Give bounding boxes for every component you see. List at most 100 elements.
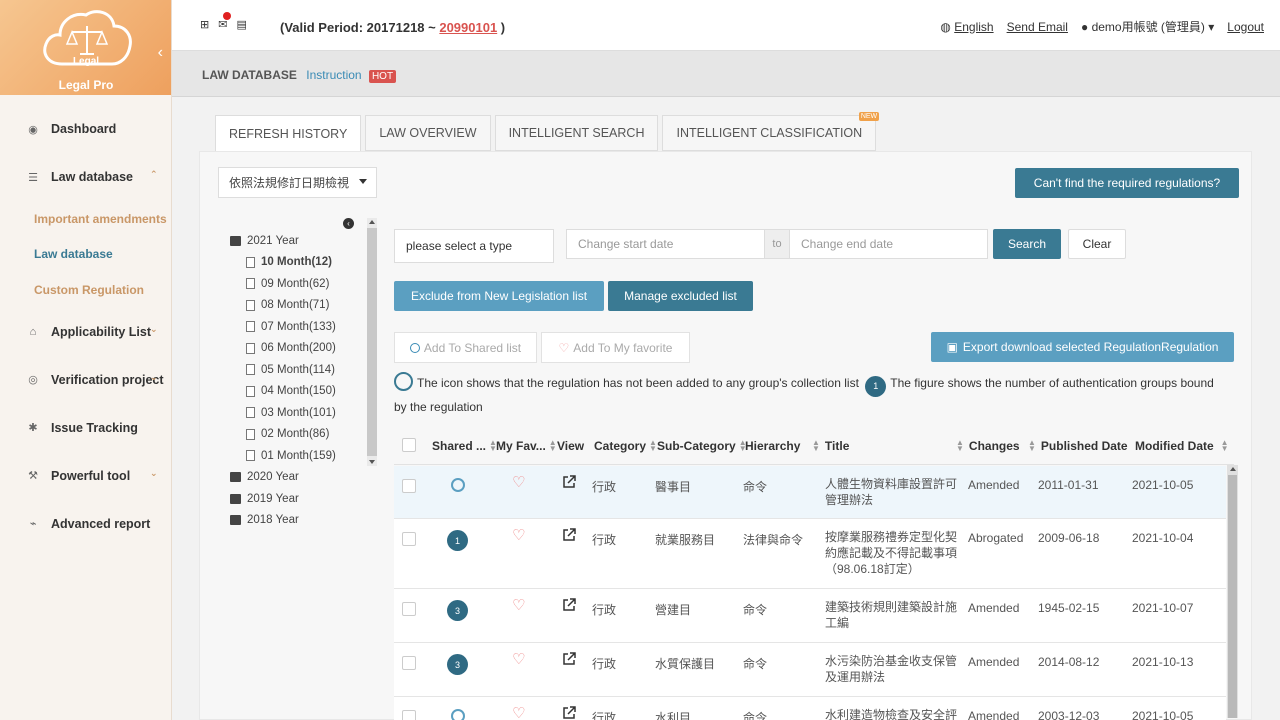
cant-find-button[interactable]: Can't find the required regulations? (1015, 168, 1239, 198)
sidebar-item-issue-tracking[interactable]: ✱ Issue Tracking (0, 404, 171, 452)
tree-month[interactable]: 03 Month(101) (230, 402, 375, 424)
tree-month[interactable]: 09 Month(62) (230, 273, 375, 295)
tree-month[interactable]: 02 Month(86) (230, 424, 375, 446)
shared-count-badge[interactable]: 3 (447, 654, 468, 675)
add-favorite-button[interactable]: ♡ Add To My favorite (541, 332, 690, 363)
table-row[interactable]: 3 ♡ 行政 營建目 命令 建築技術規則建築設計施工編 Amended 1945… (394, 589, 1226, 643)
shared-count-badge[interactable]: 1 (447, 530, 468, 551)
scrollbar-thumb[interactable] (367, 228, 377, 456)
sidebar-subitem-law-database[interactable]: Law database (0, 237, 171, 273)
sidebar-item-powerful-tool[interactable]: ⚒ Powerful tool ⌄ (0, 452, 171, 500)
table-scrollbar[interactable] (1227, 465, 1238, 718)
sidebar-subitem-custom-regulation[interactable]: Custom Regulation (0, 272, 171, 308)
tree-month[interactable]: 08 Month(71) (230, 295, 375, 317)
tree-year[interactable]: 2019 Year (230, 488, 375, 510)
tree-scrollbar[interactable] (367, 218, 377, 466)
sidebar-item-law-database[interactable]: ☰ Law database ⌃ (0, 153, 171, 201)
clear-button[interactable]: Clear (1068, 229, 1126, 259)
tree-month[interactable]: 05 Month(114) (230, 359, 375, 381)
sidebar-item-advanced-report[interactable]: ⌁ Advanced report (0, 500, 171, 548)
title-cell[interactable]: 按摩業服務禮券定型化契約應記載及不得記載事項（98.06.18訂定） (825, 529, 960, 577)
title-cell[interactable]: 水污染防治基金收支保管及運用辦法 (825, 653, 960, 685)
tab-law-overview[interactable]: LAW OVERVIEW (365, 115, 491, 151)
column-header[interactable]: Shared ... ▲ ▼ (432, 439, 497, 454)
sort-select[interactable]: 依照法規修訂日期檢視 (218, 167, 377, 198)
tree-month[interactable]: 06 Month(200) (230, 338, 375, 360)
not-shared-icon[interactable] (451, 709, 465, 720)
export-button[interactable]: ▣ Export download selected RegulationReg… (931, 332, 1234, 362)
sidebar-item-dashboard[interactable]: ◉ Dashboard (0, 105, 171, 153)
column-header[interactable]: Hierarchy (745, 439, 800, 453)
tree-year[interactable]: 2021 Year (230, 230, 375, 252)
column-header[interactable]: Modified Date ▲ ▼ (1135, 439, 1229, 454)
instruction-link[interactable]: Instruction (306, 68, 361, 82)
collapse-sidebar-icon[interactable]: ‹ (158, 44, 163, 62)
table-row[interactable]: 1 ♡ 行政 就業服務目 法律與命令 按摩業服務禮券定型化契約應記載及不得記載事… (394, 519, 1226, 589)
sidebar-subitem-important-amendments[interactable]: Important amendments (0, 201, 171, 237)
column-header[interactable]: ▲ ▼ Changes (956, 439, 1020, 454)
external-link-icon[interactable] (562, 475, 576, 489)
heart-icon[interactable]: ♡ (512, 706, 525, 720)
logout-link[interactable]: Logout (1227, 20, 1264, 34)
external-link-icon[interactable] (562, 528, 576, 542)
row-checkbox[interactable] (402, 532, 416, 546)
table-row[interactable]: 3 ♡ 行政 水質保護目 命令 水污染防治基金收支保管及運用辦法 Amended… (394, 643, 1226, 697)
table-row[interactable]: ♡ 行政 醫事目 命令 人體生物資料庫設置許可管理辦法 Amended 2011… (394, 466, 1226, 519)
tree-month[interactable]: 01 Month(159) (230, 445, 375, 467)
language-link[interactable]: ◍ English (940, 20, 993, 34)
row-checkbox[interactable] (402, 479, 416, 493)
tab-intelligent-classification[interactable]: INTELLIGENT CLASSIFICATION NEW (662, 112, 880, 151)
heart-icon[interactable]: ♡ (512, 528, 525, 543)
column-header[interactable]: ▲ ▼ Title (812, 439, 849, 454)
external-link-icon[interactable] (562, 598, 576, 612)
scroll-up-icon[interactable] (1230, 467, 1236, 471)
type-select[interactable]: please select a type (394, 229, 554, 263)
tab-intelligent-search[interactable]: INTELLIGENT SEARCH (494, 115, 659, 151)
tree-month[interactable]: 10 Month(12) (230, 252, 375, 274)
row-checkbox[interactable] (402, 656, 416, 670)
sitemap-icon[interactable]: ⊞ (200, 18, 209, 31)
scroll-up-icon[interactable] (369, 220, 375, 224)
column-header[interactable]: ▲ ▼ Published Date (1028, 439, 1128, 454)
sidebar-item-verification-project[interactable]: ◎ Verification project ⌄ (0, 356, 171, 404)
megaphone-icon[interactable]: ✉ (218, 12, 232, 31)
book-icon[interactable]: ▤ (236, 18, 246, 31)
start-date-input[interactable]: Change start date (566, 229, 765, 259)
external-link-icon[interactable] (562, 652, 576, 666)
exclude-button[interactable]: Exclude from New Legislation list (394, 281, 604, 311)
tree-year[interactable]: 2020 Year (230, 467, 375, 489)
heart-icon[interactable]: ♡ (512, 652, 525, 667)
add-shared-button[interactable]: Add To Shared list (394, 332, 537, 363)
row-checkbox[interactable] (402, 602, 416, 616)
breadcrumb: LAW DATABASE Instruction HOT (172, 51, 1280, 97)
tree-year[interactable]: 2018 Year (230, 510, 375, 532)
tree-month[interactable]: 07 Month(133) (230, 316, 375, 338)
title-cell[interactable]: 建築技術規則建築設計施工編 (825, 599, 960, 631)
external-link-icon[interactable] (562, 706, 576, 720)
modified-date-cell: 2021-10-05 (1132, 709, 1194, 720)
valid-period-end[interactable]: 20990101 (439, 20, 497, 35)
column-header[interactable]: Category ▲ ▼ (594, 439, 657, 454)
shared-count-badge[interactable]: 3 (447, 600, 468, 621)
heart-icon[interactable]: ♡ (512, 475, 525, 490)
tab-refresh-history[interactable]: REFRESH HISTORY (215, 115, 362, 152)
user-menu[interactable]: ● demo用帳號 (管理員) ▾ (1081, 18, 1214, 35)
collapse-tree-icon[interactable]: ‹ (343, 218, 354, 229)
search-button[interactable]: Search (993, 229, 1061, 259)
table-row[interactable]: ♡ 行政 水利目 命令 水利建造物檢查及安全評 Amended 2003-12-… (394, 697, 1226, 720)
select-all-checkbox[interactable] (402, 438, 416, 452)
send-email-link[interactable]: Send Email (1007, 20, 1068, 34)
title-cell[interactable]: 水利建造物檢查及安全評 (825, 707, 960, 720)
heart-icon[interactable]: ♡ (512, 598, 525, 613)
tree-month[interactable]: 04 Month(150) (230, 381, 375, 403)
scroll-down-icon[interactable] (369, 460, 375, 464)
title-cell[interactable]: 人體生物資料庫設置許可管理辦法 (825, 476, 960, 508)
row-checkbox[interactable] (402, 710, 416, 720)
column-header[interactable]: Sub-Category ▲ ▼ (657, 439, 747, 454)
manage-excluded-button[interactable]: Manage excluded list (608, 281, 753, 311)
scrollbar-thumb[interactable] (1228, 475, 1237, 718)
column-header[interactable]: My Fav... ▲ ▼ (496, 439, 557, 454)
sidebar-item-applicability-list[interactable]: ⌂ Applicability List ⌄ (0, 308, 171, 356)
end-date-input[interactable]: Change end date (789, 229, 988, 259)
not-shared-icon[interactable] (451, 478, 465, 492)
